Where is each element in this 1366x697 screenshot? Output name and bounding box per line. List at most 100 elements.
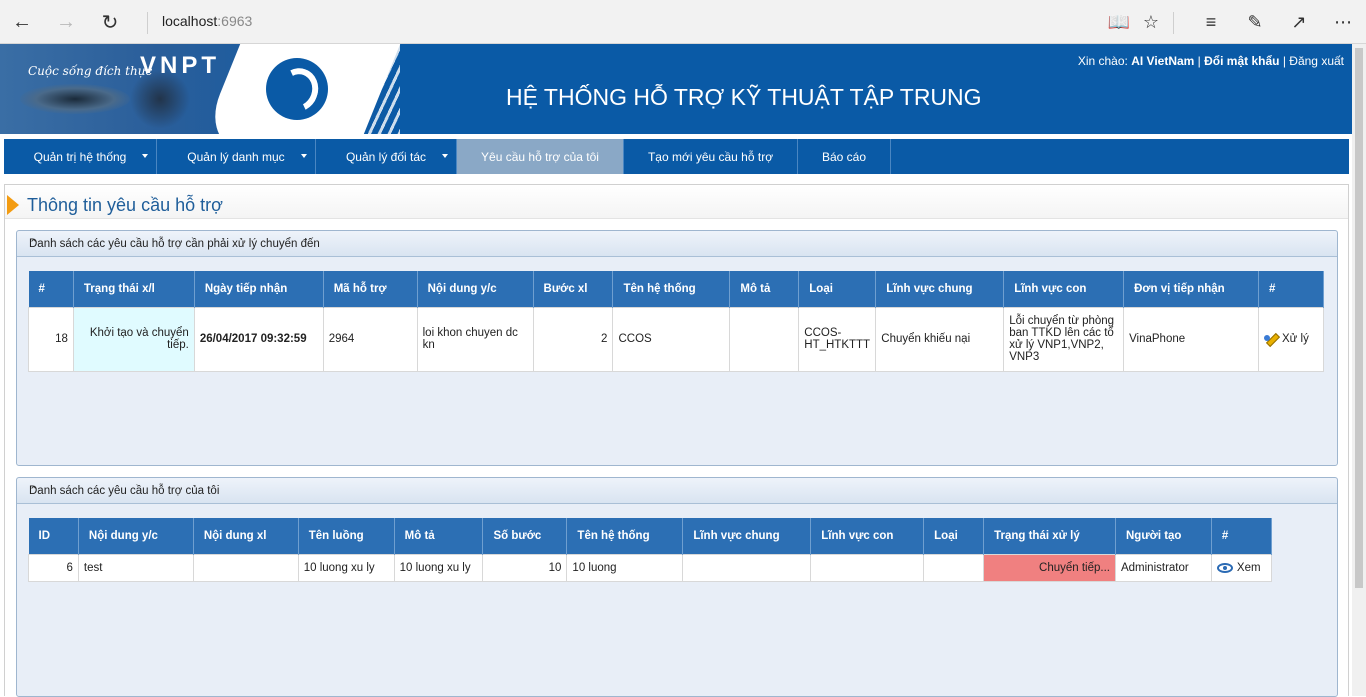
column-header[interactable]: Trạng thái x/l — [73, 271, 195, 307]
content-area: Thông tin yêu cầu hỗ trợ Danh sách các y… — [4, 184, 1349, 697]
menu-item-my-requests[interactable]: Yêu cầu hỗ trợ của tôi — [457, 139, 624, 174]
cell-subfield: Lỗi chuyển từ phòng ban TTKD lên các tổ … — [1003, 306, 1125, 372]
share-icon[interactable]: ↗ — [1286, 9, 1312, 35]
change-password-link[interactable]: Đổi mật khẩu — [1204, 54, 1279, 68]
scrollbar-thumb[interactable] — [1355, 48, 1363, 588]
cell-system: CCOS — [612, 306, 731, 372]
column-header[interactable]: Mô tả — [394, 518, 484, 554]
url-separator — [147, 12, 148, 34]
cell-steps: 10 — [482, 553, 568, 582]
panel-header[interactable]: Danh sách các yêu cầu hỗ trợ của tôi ⌃ — [17, 478, 1337, 504]
cell-desc — [729, 306, 800, 372]
incoming-requests-table: # Trạng thái x/l Ngày tiếp nhận Mã hỗ tr… — [28, 271, 1325, 372]
logout-link[interactable]: Đăng xuất — [1289, 54, 1344, 68]
column-header[interactable]: Nội dung xl — [193, 518, 299, 554]
my-requests-panel: Danh sách các yêu cầu hỗ trợ của tôi ⌃ I… — [16, 477, 1338, 697]
browser-toolbar: ← → ↻ localhost:6963 📖 ☆ ≡ ✎ ↗ ⋯ — [0, 0, 1366, 44]
vertical-scrollbar[interactable] — [1352, 44, 1366, 696]
view-button[interactable]: Xem — [1216, 562, 1266, 574]
menu-item-reports[interactable]: Báo cáo — [798, 139, 891, 174]
column-header[interactable]: Trạng thái xử lý — [983, 518, 1116, 554]
cell-date: 26/04/2017 09:32:59 — [193, 306, 324, 372]
system-title: HỆ THỐNG HỖ TRỢ KỸ THUẬT TẬP TRUNG — [506, 84, 982, 110]
column-header[interactable]: Tên hệ thống — [566, 518, 684, 554]
header-stripes — [360, 44, 400, 134]
column-header[interactable]: Nội dung y/c — [78, 518, 194, 554]
column-header[interactable]: Loại — [798, 271, 877, 307]
menu-item-system-admin[interactable]: Quản trị hệ thống — [4, 139, 157, 174]
cell-action: Xem — [1210, 553, 1273, 582]
column-header[interactable]: Người tạo — [1115, 518, 1212, 554]
table-row[interactable]: 18 Khởi tạo và chuyển tiếp. 26/04/2017 0… — [28, 306, 1325, 372]
cell-type: CCOS-HT_HTKTTT — [798, 306, 877, 372]
column-header[interactable]: Nội dung y/c — [417, 271, 534, 307]
column-header[interactable]: Lĩnh vực chung — [682, 518, 812, 554]
column-header[interactable]: Bước xl — [533, 271, 614, 307]
column-header[interactable]: # — [28, 271, 74, 307]
column-header[interactable]: Đơn vị tiếp nhận — [1123, 271, 1259, 307]
slogan: Cuộc sống đích thực — [28, 64, 153, 78]
site-header: Cuộc sống đích thực VNPT HỆ THỐNG HỖ TRỢ… — [0, 44, 1352, 134]
cell-system: 10 luong — [566, 553, 684, 582]
page: Cuộc sống đích thực VNPT HỆ THỐNG HỖ TRỢ… — [0, 44, 1352, 697]
star-icon[interactable]: ☆ — [1138, 9, 1164, 35]
cell-content: loi khon chuyen dc kn — [416, 306, 534, 372]
cell-code: 2964 — [322, 306, 418, 372]
cell-status: Khởi tạo và chuyển tiếp. — [72, 306, 195, 372]
cell-process — [192, 553, 299, 582]
vnpt-logo-icon — [266, 58, 328, 120]
cell-type — [923, 553, 985, 582]
cell-content: test — [77, 553, 194, 582]
menu-item-partners[interactable]: Quản lý đối tác — [316, 139, 457, 174]
user-links: Xin chào: AI VietNam | Đổi mật khẩu | Đă… — [1077, 54, 1344, 68]
column-header[interactable]: # — [1258, 271, 1325, 307]
cell-flow: 10 luong xu ly — [297, 553, 395, 582]
column-header[interactable]: Mã hỗ trợ — [323, 271, 418, 307]
cell-field: Chuyển khiếu nại — [875, 306, 1005, 372]
cell-creator: Administrator — [1114, 553, 1212, 582]
cell-desc: 10 luong xu ly — [393, 553, 484, 582]
table-header-row: ID Nội dung y/c Nội dung xl Tên luồng Mô… — [28, 518, 1273, 554]
column-header[interactable]: Lĩnh vực con — [810, 518, 925, 554]
panel-header[interactable]: Danh sách các yêu cầu hỗ trợ cần phải xử… — [17, 231, 1337, 257]
menu-item-categories[interactable]: Quản lý danh mục — [157, 139, 316, 174]
toolbar-separator — [1173, 12, 1174, 34]
chevron-down-icon — [301, 154, 307, 158]
forward-arrow-icon[interactable]: → — [52, 8, 80, 36]
reading-view-icon[interactable]: 📖 — [1106, 9, 1132, 35]
cell-status: Chuyển tiếp... — [983, 553, 1116, 582]
my-requests-table: ID Nội dung y/c Nội dung xl Tên luồng Mô… — [28, 518, 1273, 582]
cell-subfield — [810, 553, 925, 582]
address-bar[interactable]: localhost:6963 — [162, 13, 252, 29]
column-header[interactable]: Ngày tiếp nhận — [194, 271, 324, 307]
pen-icon[interactable]: ✎ — [1242, 9, 1268, 35]
column-header[interactable]: Tên luồng — [298, 518, 395, 554]
more-icon[interactable]: ⋯ — [1330, 9, 1356, 35]
chevron-down-icon — [442, 154, 448, 158]
greeting-label: Xin chào: — [1077, 54, 1128, 68]
process-button[interactable]: Xử lý — [1263, 332, 1318, 346]
menu-item-create-request[interactable]: Tạo mới yêu cầu hỗ trợ — [624, 139, 798, 174]
column-header[interactable]: Số bước — [482, 518, 568, 554]
chevron-up-icon[interactable]: ⌃ — [29, 484, 1325, 497]
user-name: AI VietNam — [1131, 54, 1195, 68]
cell-step: 2 — [532, 306, 614, 372]
cell-unit: VinaPhone — [1123, 306, 1259, 372]
back-arrow-icon[interactable]: ← — [8, 8, 36, 36]
column-header[interactable]: Mô tả — [729, 271, 800, 307]
hub-icon[interactable]: ≡ — [1198, 9, 1224, 35]
column-header[interactable]: Loại — [923, 518, 985, 554]
process-label: Xử lý — [1281, 333, 1309, 345]
table-row[interactable]: 6 test 10 luong xu ly 10 luong xu ly 10 … — [28, 553, 1273, 582]
column-header[interactable]: Tên hệ thống — [612, 271, 731, 307]
eye-image — [20, 84, 130, 114]
column-header[interactable]: Lĩnh vực chung — [875, 271, 1005, 307]
chevron-up-icon[interactable]: ⌃ — [29, 237, 1325, 250]
refresh-icon[interactable]: ↻ — [96, 8, 124, 36]
column-header[interactable]: ID — [28, 518, 79, 554]
cell-no: 18 — [28, 306, 74, 372]
cell-action: Xử lý — [1257, 306, 1325, 372]
column-header[interactable]: Lĩnh vực con — [1003, 271, 1125, 307]
title-marker-icon — [7, 195, 19, 215]
column-header[interactable]: # — [1211, 518, 1273, 554]
